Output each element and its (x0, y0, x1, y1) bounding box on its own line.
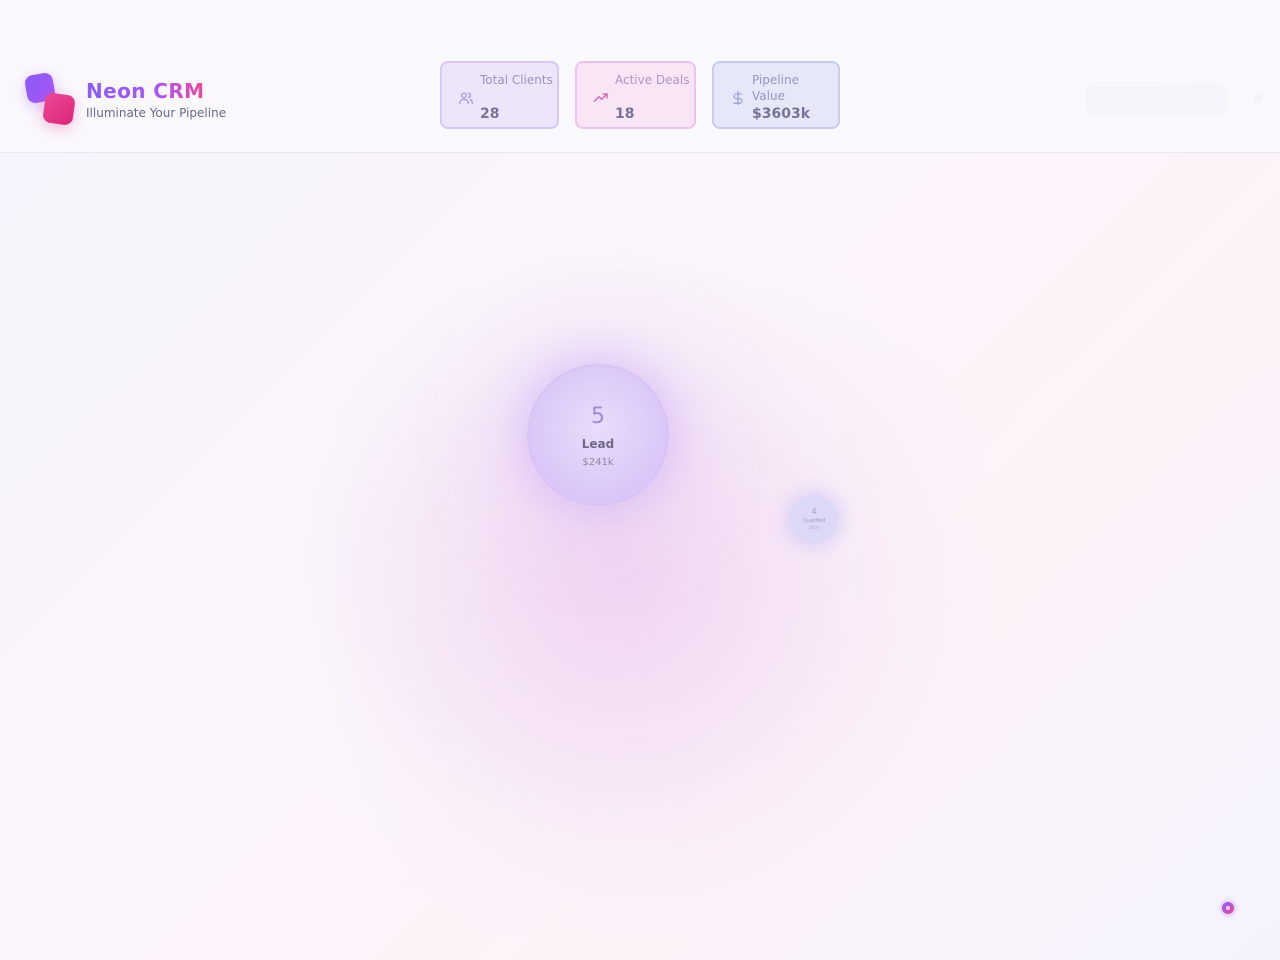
stat-label: Pipeline Value (752, 73, 799, 103)
stat-label: Active Deals (615, 73, 690, 87)
background-glow (250, 200, 1010, 960)
app-title: Neon CRM (86, 79, 205, 103)
logo-icon (23, 71, 80, 128)
stat-card-total-clients: Total Clients 28 (440, 61, 559, 129)
stage-amount: $241k (582, 457, 614, 468)
stage-name: Qualified (802, 518, 826, 524)
stat-value: 28 (480, 106, 500, 122)
stat-card-pipeline-value: Pipeline Value $3603k (712, 61, 840, 129)
stat-value: $3603k (752, 106, 811, 122)
app-tagline: Illuminate Your Pipeline (86, 106, 227, 120)
stat-value: 18 (615, 106, 635, 122)
stat-label: Total Clients (480, 73, 553, 87)
pipeline-stage-lead[interactable]: 5 Lead $241k (527, 364, 669, 506)
stage-amount: $80k (809, 525, 819, 530)
pipeline-stage-bubble[interactable]: 4 Qualified $80k (790, 495, 838, 543)
stage-name: Lead (581, 437, 615, 451)
header-menu-icon[interactable] (1254, 94, 1262, 102)
floating-action-icon[interactable] (1222, 902, 1234, 914)
stage-count: 5 (591, 404, 605, 429)
dollar-icon (733, 90, 743, 106)
users-icon (459, 92, 473, 104)
stat-card-active-deals: Active Deals 18 (575, 61, 696, 129)
logo-square-pink (42, 92, 76, 126)
header-action-button[interactable] (1086, 82, 1226, 116)
app-header: Neon CRM Illuminate Your Pipeline Total … (0, 0, 1280, 153)
trending-up-icon (593, 93, 608, 102)
stage-count: 4 (811, 507, 817, 516)
